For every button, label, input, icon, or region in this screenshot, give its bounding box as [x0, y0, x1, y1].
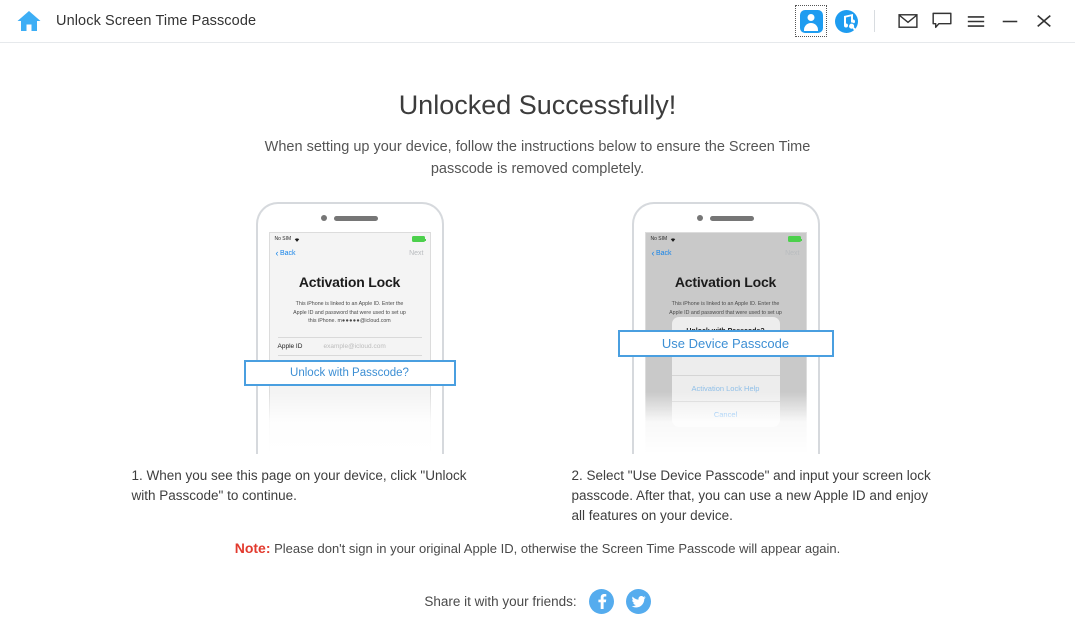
status-left-1: No SIM	[275, 236, 301, 242]
camera-dot	[321, 215, 327, 221]
wifi-icon	[669, 236, 676, 242]
apple-id-field-row[interactable]: Apple ID example@icloud.com	[277, 336, 422, 356]
nav-bar-2: ‹ Back Next	[646, 245, 806, 261]
titlebar-actions	[795, 5, 1061, 37]
chevron-left-icon: ‹	[651, 247, 655, 258]
use-device-passcode-highlight[interactable]: Use Device Passcode	[617, 330, 834, 357]
instruction-steps: 1. When you see this page on your device…	[0, 466, 1075, 526]
next-button-1[interactable]: Next	[409, 250, 423, 257]
step-2-text: 2. Select "Use Device Passcode" and inpu…	[571, 468, 931, 523]
account-icon[interactable]	[795, 5, 827, 37]
chat-icon[interactable]	[925, 6, 959, 36]
phone-mockup-2: No SIM ‹ Back Next Activation Lock This …	[617, 202, 834, 454]
carrier-label: No SIM	[274, 236, 292, 242]
battery-icon	[411, 236, 426, 242]
next-button-2[interactable]: Next	[785, 250, 799, 257]
carrier-label: No SIM	[650, 236, 668, 242]
battery-icon	[787, 236, 802, 242]
cancel-option[interactable]: Cancel	[671, 401, 780, 427]
main-content: Unlocked Successfully! When setting up y…	[0, 90, 1075, 637]
desc-line-2: Apple ID and password that were used to …	[669, 309, 782, 316]
note-text: Please don't sign in your original Apple…	[274, 541, 841, 556]
close-icon[interactable]	[1027, 6, 1061, 36]
twitter-icon[interactable]	[625, 589, 651, 614]
speaker-grill	[334, 215, 378, 221]
account-icon-glyph	[799, 9, 823, 33]
apple-id-placeholder: example@icloud.com	[323, 342, 386, 350]
phone-frame-1: No SIM ‹ Back Next Activation Lock This …	[255, 202, 444, 454]
activation-lock-description-1: This iPhone is linked to an Apple ID. En…	[284, 300, 416, 326]
desc-line-3-pre: this iPhone. m	[308, 318, 342, 324]
activation-lock-title-1: Activation Lock	[298, 274, 401, 290]
nav-bar-1: ‹ Back Next	[270, 245, 430, 261]
camera-dot	[697, 215, 703, 221]
unlock-with-passcode-highlight[interactable]: Unlock with Passcode?	[243, 360, 456, 386]
phone-top-bezel-2	[634, 204, 818, 232]
desc-line-3-post: @icloud.com	[360, 318, 391, 324]
status-bar-2: No SIM	[646, 233, 806, 245]
status-left-2: No SIM	[651, 236, 677, 242]
hamburger-menu-icon[interactable]	[959, 6, 993, 36]
step-1-text: 1. When you see this page on your device…	[131, 468, 467, 503]
desc-line-1: This iPhone is linked to an Apple ID. En…	[671, 301, 780, 307]
home-icon[interactable]	[16, 8, 42, 34]
back-label: Back	[280, 249, 296, 257]
share-section: Share it with your friends:	[0, 589, 1075, 614]
desc-line-1: This iPhone is linked to an Apple ID. En…	[295, 301, 404, 307]
note-label: Note:	[234, 540, 271, 556]
phone-illustrations: No SIM ‹ Back Next Activation Lock This …	[0, 202, 1075, 454]
activation-lock-title-2: Activation Lock	[674, 274, 777, 290]
share-label: Share it with your friends:	[424, 594, 577, 609]
wifi-icon	[293, 236, 300, 242]
page-title: Unlocked Successfully!	[398, 90, 677, 120]
phone-top-bezel-1	[258, 204, 442, 232]
desc-line-2: Apple ID and password that were used to …	[293, 309, 406, 316]
note-line: Note: Please don't sign in your original…	[0, 540, 1075, 556]
phone-screen-1: No SIM ‹ Back Next Activation Lock This …	[268, 232, 431, 454]
status-bar-1: No SIM	[270, 233, 430, 245]
back-button-2[interactable]: ‹ Back	[651, 247, 672, 258]
phone-frame-2: No SIM ‹ Back Next Activation Lock This …	[631, 202, 820, 454]
minimize-icon[interactable]	[993, 6, 1027, 36]
app-title: Unlock Screen Time Passcode	[56, 13, 257, 29]
facebook-icon[interactable]	[588, 589, 614, 614]
apple-id-label: Apple ID	[277, 342, 303, 350]
music-search-icon[interactable]	[834, 9, 859, 34]
page-subtitle: When setting up your device, follow the …	[264, 139, 811, 177]
phone-mockup-1: No SIM ‹ Back Next Activation Lock This …	[243, 202, 456, 454]
chevron-left-icon: ‹	[275, 247, 279, 258]
mail-icon[interactable]	[891, 6, 925, 36]
activation-lock-help-option[interactable]: Activation Lock Help	[671, 375, 780, 401]
back-button-1[interactable]: ‹ Back	[275, 247, 296, 258]
speaker-grill	[710, 215, 754, 221]
title-bar: Unlock Screen Time Passcode	[0, 0, 1075, 43]
back-label: Back	[656, 249, 672, 257]
titlebar-divider	[874, 10, 875, 32]
masked-email-dots: ●●●●●	[341, 318, 360, 324]
